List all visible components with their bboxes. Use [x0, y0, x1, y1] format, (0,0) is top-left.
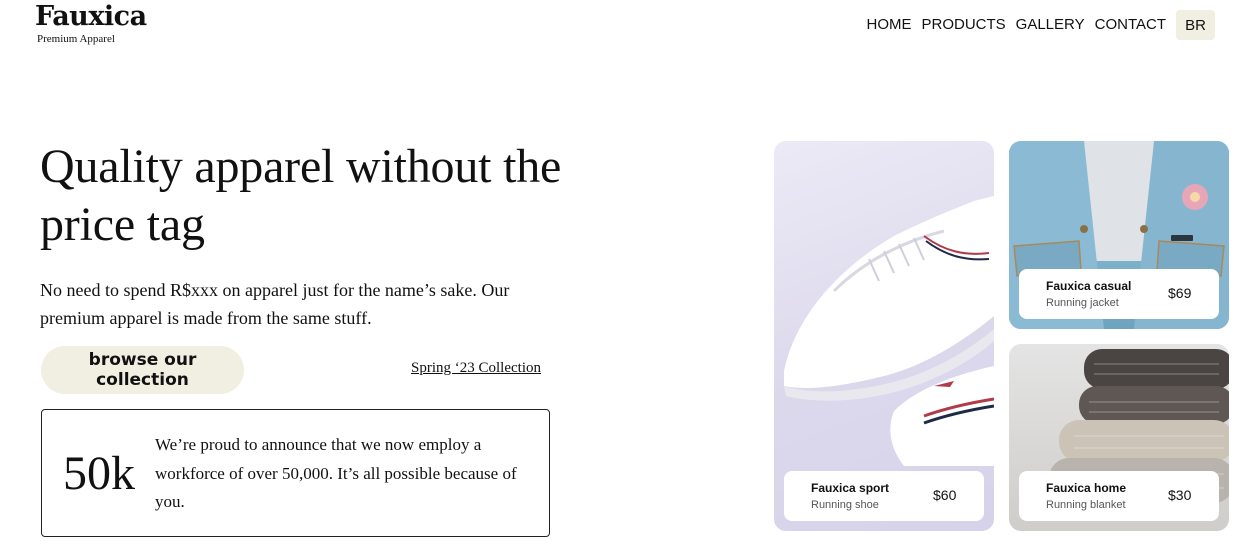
nav-contact-link[interactable]: CONTACT	[1095, 10, 1166, 40]
hero-description: No need to spend R$xxx on apparel just f…	[40, 280, 510, 328]
nav-gallery-link[interactable]: GALLERY	[1016, 10, 1085, 40]
brand-name: Fauxica	[35, 1, 147, 32]
product-subtitle: Running blanket	[1046, 499, 1126, 511]
product-card-home[interactable]: Fauxica home Running blanket $30	[1009, 344, 1229, 531]
product-card-sport[interactable]: Fauxica sport Running shoe $60	[774, 141, 994, 531]
product-price: $60	[933, 487, 957, 503]
product-name: Fauxica home	[1046, 481, 1127, 495]
product-info-home: Fauxica home Running blanket $30	[1019, 471, 1219, 521]
nav-home-link[interactable]: HOME	[867, 10, 912, 40]
brand-logo[interactable]: Fauxica Premium Apparel	[35, 1, 147, 45]
product-name: Fauxica casual	[1046, 279, 1132, 293]
announcement-text: We’re proud to announce that we now empl…	[155, 435, 517, 511]
nav-products-link[interactable]: PRODUCTS	[922, 10, 1006, 40]
product-card-casual[interactable]: Fauxica casual Running jacket $69	[1009, 141, 1229, 329]
spring-collection-link[interactable]: Spring ‘23 Collection	[411, 360, 541, 377]
hero-title: Quality apparel without the price tag	[40, 140, 562, 251]
product-price: $69	[1168, 285, 1192, 301]
product-subtitle: Running jacket	[1046, 297, 1119, 309]
product-info-sport: Fauxica sport Running shoe $60	[784, 471, 984, 521]
main-nav: HOME PRODUCTS GALLERY CONTACT BR	[867, 10, 1215, 40]
product-name: Fauxica sport	[811, 481, 890, 495]
announcement-number: 50k	[63, 447, 135, 500]
brand-tagline: Premium Apparel	[37, 33, 115, 45]
product-price: $30	[1168, 487, 1192, 503]
product-subtitle: Running shoe	[811, 499, 879, 511]
browse-collection-button[interactable]: browse our collection	[41, 346, 244, 394]
announcement-box: 50k We’re proud to announce that we now …	[41, 409, 550, 537]
product-info-casual: Fauxica casual Running jacket $69	[1019, 269, 1219, 319]
language-selector[interactable]: BR	[1176, 10, 1215, 40]
